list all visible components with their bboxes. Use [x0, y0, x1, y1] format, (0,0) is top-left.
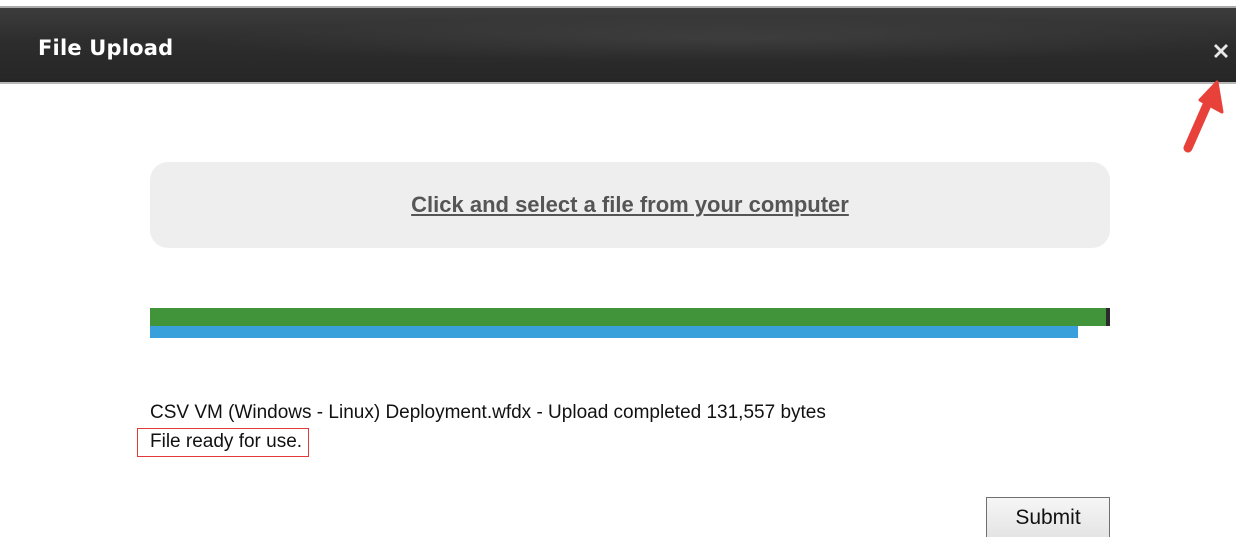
top-strip: [0, 0, 1236, 8]
upload-progress-bar: [150, 308, 1110, 326]
processing-progress-bar: [150, 326, 1110, 338]
file-select-area[interactable]: Click and select a file from your comput…: [150, 162, 1110, 248]
upload-progress-fill: [150, 308, 1110, 326]
select-file-link[interactable]: Click and select a file from your comput…: [411, 192, 849, 218]
titlebar-sheen: [180, 16, 1236, 62]
dialog-title: File Upload: [38, 36, 174, 60]
annotation-arrow-icon: [1183, 80, 1224, 153]
file-ready-text: File ready for use.: [150, 431, 303, 452]
page: File Upload Click and select a file from…: [0, 0, 1236, 537]
upload-progress-end-marker: [1106, 308, 1110, 326]
processing-progress-fill: [150, 326, 1079, 338]
dialog-titlebar: File Upload: [0, 8, 1236, 84]
close-button[interactable]: [1210, 40, 1232, 62]
file-ready-highlight: File ready for use.: [137, 428, 310, 457]
submit-button[interactable]: Submit: [986, 497, 1110, 537]
close-x-icon: [1214, 44, 1228, 58]
upload-status-text: CSV VM (Windows - Linux) Deployment.wfdx…: [150, 402, 826, 423]
